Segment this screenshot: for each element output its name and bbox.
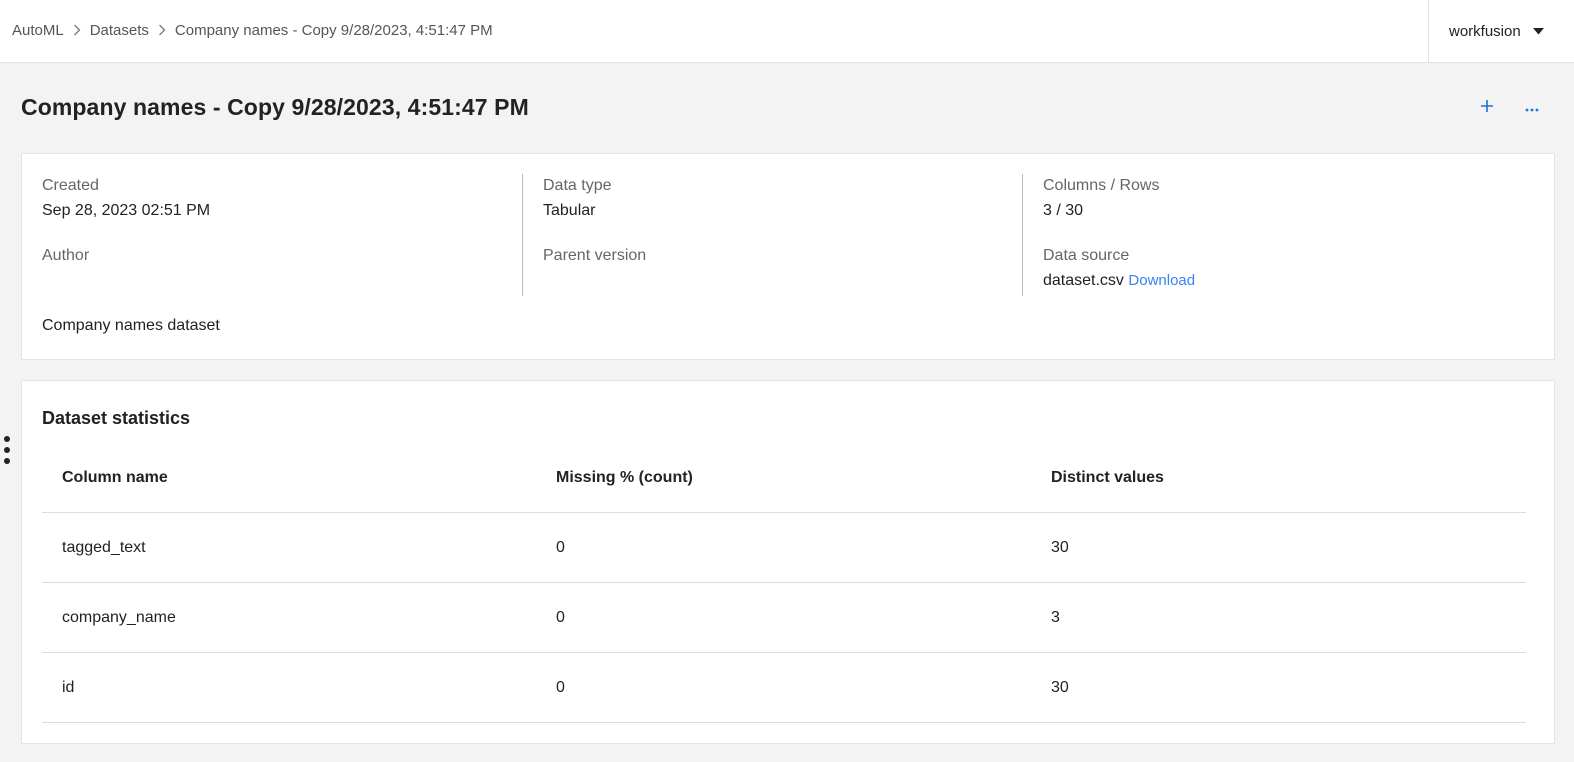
cell-missing: 0: [556, 679, 565, 696]
cell-missing: 0: [556, 609, 565, 626]
cell-column-name: tagged_text: [62, 539, 146, 556]
plus-icon: [1480, 99, 1494, 118]
dataset-description: Company names dataset: [42, 317, 220, 334]
dot-icon: [4, 447, 10, 453]
data-source-value: dataset.csv Download: [1043, 272, 1195, 290]
top-bar: AutoML Datasets Company names - Copy 9/2…: [0, 0, 1574, 63]
data-source-file: dataset.csv: [1043, 272, 1124, 289]
info-column-type: Data type Tabular Parent version: [522, 174, 1022, 296]
header-column-name: Column name: [62, 469, 168, 486]
table-header-row: Column name Missing % (count) Distinct v…: [42, 443, 1526, 513]
chevron-right-icon: [158, 24, 166, 36]
cell-distinct: 30: [1051, 539, 1069, 556]
statistics-title: Dataset statistics: [42, 408, 191, 428]
created-label: Created: [42, 177, 99, 194]
cell-column-name: id: [62, 679, 75, 696]
cell-column-name: company_name: [62, 609, 176, 626]
created-value: Sep 28, 2023 02:51 PM: [42, 202, 211, 219]
breadcrumb: AutoML Datasets Company names - Copy 9/2…: [12, 20, 493, 40]
parent-version-label: Parent version: [543, 247, 647, 264]
table-row: company_name 0 3: [42, 583, 1526, 653]
download-link[interactable]: Download: [1128, 272, 1195, 289]
add-button[interactable]: [1475, 96, 1499, 120]
chevron-right-icon: [73, 24, 81, 36]
data-type-value: Tabular: [543, 202, 596, 219]
data-source-label: Data source: [1043, 247, 1130, 264]
dataset-info-card: Created Sep 28, 2023 02:51 PM Author Dat…: [21, 153, 1555, 360]
info-column-source: Columns / Rows 3 / 30 Data source datase…: [1022, 174, 1522, 296]
table-row: tagged_text 0 30: [42, 513, 1526, 583]
columns-rows-value: 3 / 30: [1043, 202, 1084, 219]
dataset-statistics-card: Dataset statistics Column name Missing %…: [21, 380, 1555, 744]
breadcrumb-current: Company names - Copy 9/28/2023, 4:51:47 …: [174, 21, 493, 39]
statistics-table: Column name Missing % (count) Distinct v…: [42, 443, 1526, 723]
breadcrumb-datasets[interactable]: Datasets: [90, 22, 149, 39]
header-distinct: Distinct values: [1051, 469, 1164, 486]
table-row: id 0 30: [42, 653, 1526, 723]
more-horizontal-icon: [1525, 99, 1539, 117]
cell-distinct: 30: [1051, 679, 1069, 696]
data-type-label: Data type: [543, 177, 612, 194]
breadcrumb-automl[interactable]: AutoML: [12, 22, 64, 39]
dot-icon: [4, 458, 10, 464]
author-label: Author: [42, 247, 90, 264]
cell-distinct: 3: [1051, 609, 1060, 626]
info-column-created: Created Sep 28, 2023 02:51 PM Author: [42, 174, 522, 296]
dot-icon: [4, 436, 10, 442]
caret-down-icon: [1532, 28, 1544, 35]
header-missing: Missing % (count): [556, 469, 693, 486]
columns-rows-label: Columns / Rows: [1043, 177, 1160, 194]
tenant-name: workfusion: [1449, 23, 1521, 40]
page-title: Company names - Copy 9/28/2023, 4:51:47 …: [21, 94, 529, 120]
more-actions-button[interactable]: [1520, 96, 1544, 120]
tenant-dropdown[interactable]: workfusion: [1428, 0, 1574, 63]
side-panel-handle[interactable]: [3, 436, 11, 464]
cell-missing: 0: [556, 539, 565, 556]
